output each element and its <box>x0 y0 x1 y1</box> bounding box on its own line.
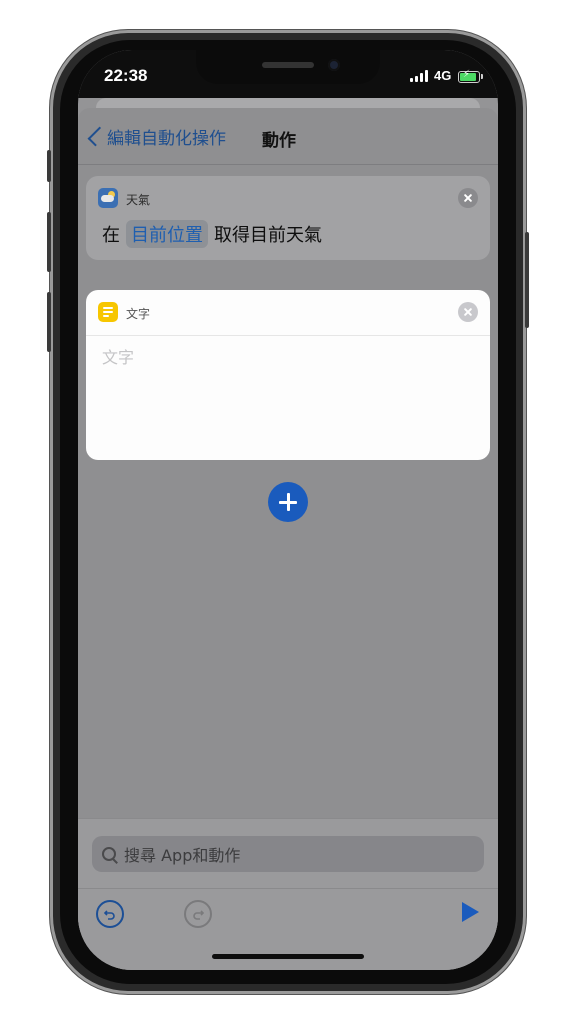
back-label: 編輯自動化操作 <box>107 129 226 149</box>
chevron-left-icon <box>87 126 108 147</box>
text-input[interactable] <box>102 344 472 454</box>
camera <box>328 59 340 71</box>
network-label: 4G <box>434 68 452 83</box>
volume-up-button <box>47 212 51 272</box>
search-placeholder: 搜尋 App和動作 <box>124 846 241 865</box>
weather-action-text: 取得目前天氣 <box>214 225 322 246</box>
volume-down-button <box>47 292 51 352</box>
close-icon[interactable] <box>458 188 478 208</box>
silent-switch <box>47 150 51 182</box>
home-indicator <box>212 954 364 959</box>
text-note-icon <box>98 302 118 322</box>
status-time: 22:38 <box>104 66 148 85</box>
plus-icon[interactable] <box>268 482 308 522</box>
search-icon <box>102 847 116 861</box>
power-button <box>525 232 529 328</box>
toolbar-divider <box>78 888 498 889</box>
location-token[interactable]: 目前位置 <box>126 220 208 248</box>
redo-icon[interactable] <box>184 900 212 928</box>
text-app-label: 文字 <box>126 307 151 321</box>
weather-icon <box>98 188 118 208</box>
undo-icon[interactable] <box>96 900 124 928</box>
close-icon[interactable] <box>458 302 478 322</box>
back-button[interactable]: 編輯自動化操作 <box>87 124 226 149</box>
weather-app-label: 天氣 <box>126 193 151 207</box>
battery-icon: ⚡ <box>458 69 480 83</box>
card-divider <box>86 335 490 336</box>
battery-cap <box>481 74 483 79</box>
page-title: 動作 <box>262 131 296 151</box>
notch <box>196 50 380 84</box>
weather-action-row: 在 目前位置 取得目前天氣 <box>102 220 322 248</box>
speaker <box>262 62 314 68</box>
play-icon[interactable] <box>462 902 479 922</box>
screen: 22:38 4G ⚡ 編輯自動化操作 動作 天氣 在 目前位置 取得目前天氣 文… <box>78 50 498 970</box>
search-input[interactable]: 搜尋 App和動作 <box>92 836 484 872</box>
signal-icon <box>410 70 432 82</box>
weather-prefix: 在 <box>102 225 120 246</box>
